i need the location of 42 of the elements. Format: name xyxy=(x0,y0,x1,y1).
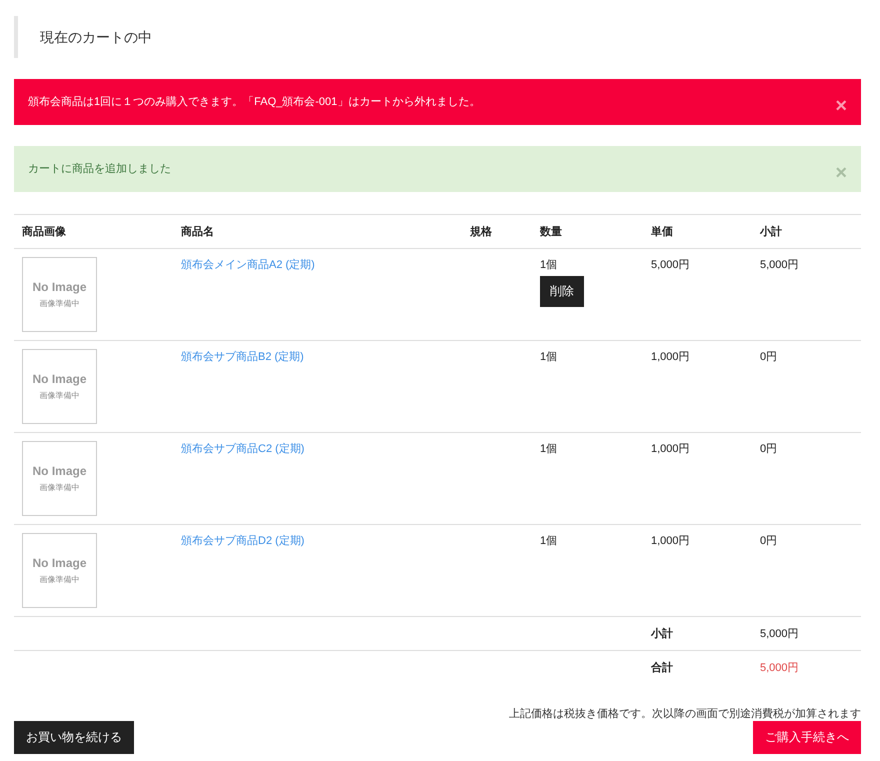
close-button[interactable]: × xyxy=(835,96,847,116)
summary-label: 小計 xyxy=(651,628,673,640)
product-link[interactable]: 頒布会メイン商品A2 (定期) xyxy=(181,259,315,271)
checkout-button[interactable]: ご購入手続きへ xyxy=(753,721,861,754)
product-link[interactable]: 頒布会サブ商品D2 (定期) xyxy=(181,535,304,547)
subtotal-price: 0円 xyxy=(760,534,778,548)
column-header: 数量 xyxy=(532,214,643,248)
page-heading: 現在のカートの中 xyxy=(14,16,861,58)
product-link[interactable]: 頒布会サブ商品B2 (定期) xyxy=(181,351,304,363)
subtotal-price: 5,000円 xyxy=(760,258,800,272)
image-caption: 画像準備中 xyxy=(40,482,80,493)
unit-price: 1,000円 xyxy=(651,350,691,364)
no-image-label: No Image xyxy=(32,556,86,570)
quantity-text: 1個 xyxy=(540,534,558,548)
product-link[interactable]: 頒布会サブ商品C2 (定期) xyxy=(181,443,304,455)
tax-note: 上記価格は税抜き価格です。次以降の画面で別途消費税が加算されます xyxy=(508,707,861,721)
column-header: 単価 xyxy=(643,214,752,248)
no-image-label: No Image xyxy=(32,280,86,294)
column-header: 商品画像 xyxy=(14,214,173,248)
image-caption: 画像準備中 xyxy=(40,574,80,585)
column-header: 規格 xyxy=(462,214,532,248)
no-image-label: No Image xyxy=(32,372,86,386)
continue-shopping-button[interactable]: お買い物を続ける xyxy=(14,721,134,754)
column-header: 小計 xyxy=(752,214,861,248)
delete-button[interactable]: 削除 xyxy=(540,276,584,307)
unit-price: 1,000円 xyxy=(651,442,691,456)
quantity-text: 1個 xyxy=(540,350,558,364)
subtotal-price: 0円 xyxy=(760,442,778,456)
summary-label: 合計 xyxy=(651,662,673,674)
image-caption: 画像準備中 xyxy=(40,298,80,309)
unit-price: 5,000円 xyxy=(651,258,691,272)
quantity-text: 1個 xyxy=(540,258,558,272)
total-amount: 5,000円 xyxy=(760,662,799,674)
image-caption: 画像準備中 xyxy=(40,390,80,401)
alert-message: 頒布会商品は1回に１つのみ購入できます。「FAQ_頒布会-001」はカートから外れました。 xyxy=(28,94,480,109)
alert-message: カートに商品を追加しました xyxy=(28,162,171,176)
subtotal-price: 0円 xyxy=(760,350,778,364)
subtotal-amount: 5,000円 xyxy=(760,628,799,640)
unit-price: 1,000円 xyxy=(651,534,691,548)
quantity-text: 1個 xyxy=(540,442,558,456)
no-image-label: No Image xyxy=(32,464,86,478)
column-header: 商品名 xyxy=(173,214,462,248)
